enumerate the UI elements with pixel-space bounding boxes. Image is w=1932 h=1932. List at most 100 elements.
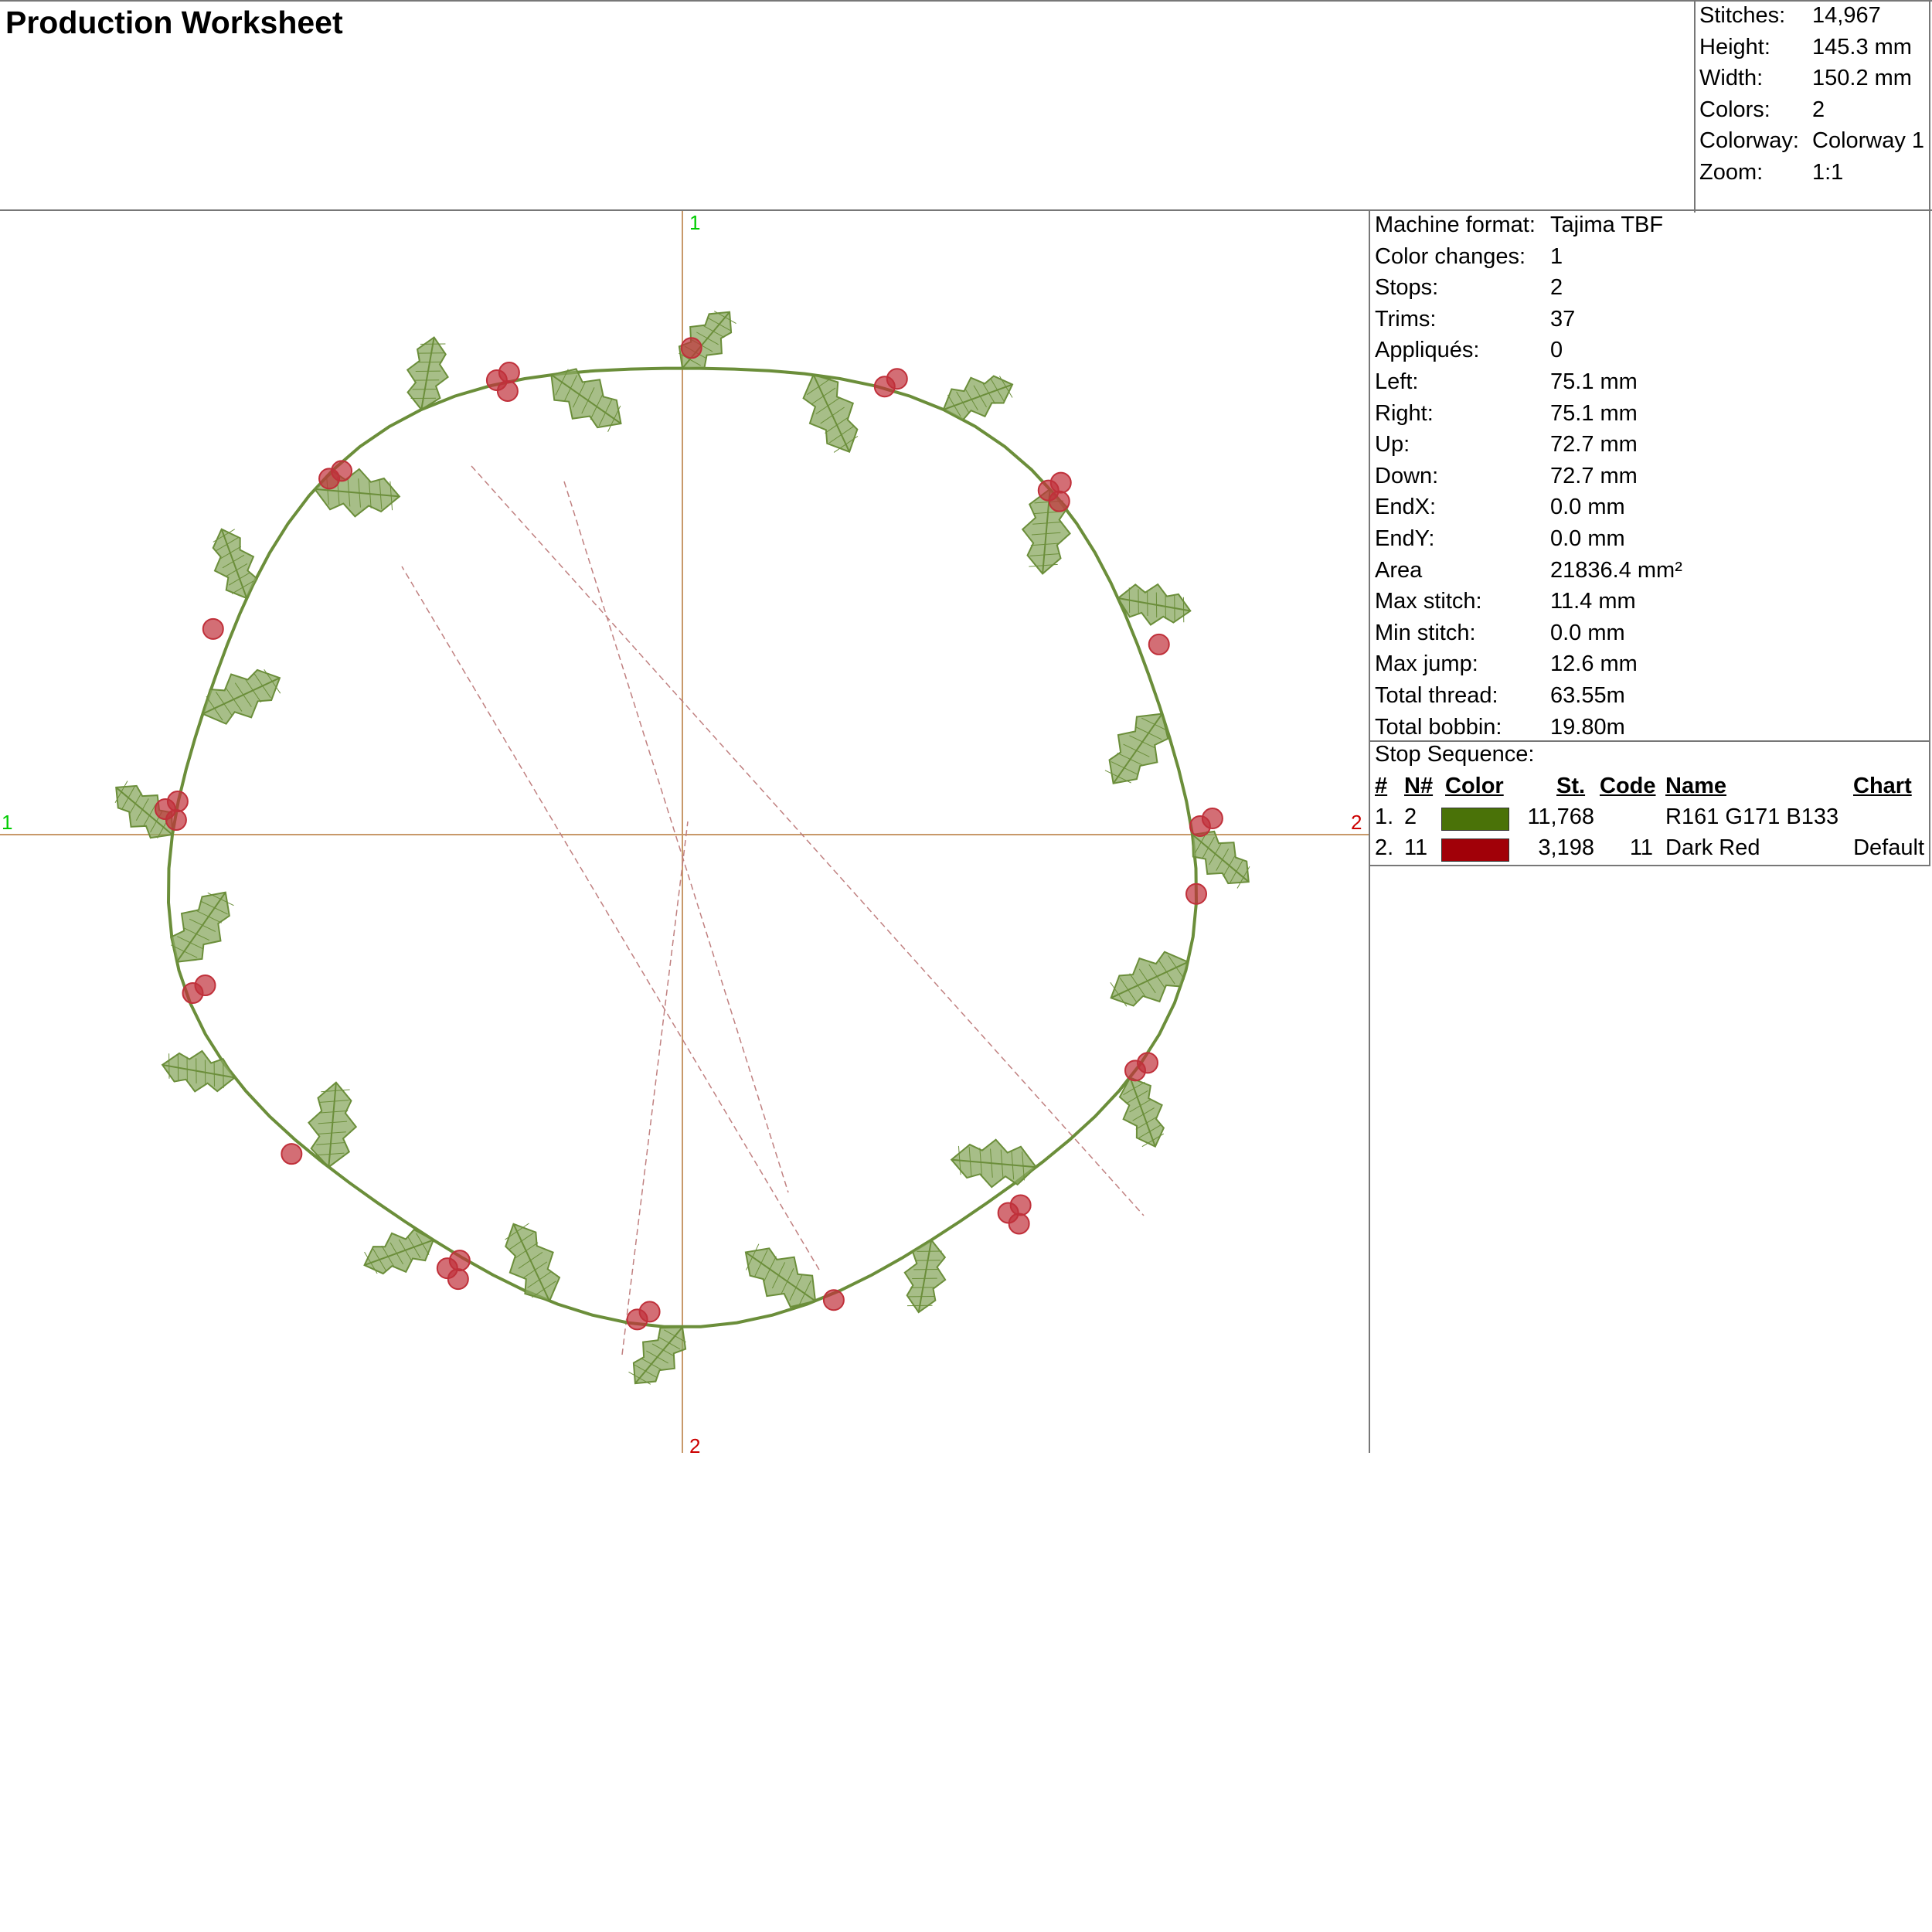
axis-label-right: 2	[1351, 811, 1362, 834]
info-label: Down:	[1375, 463, 1439, 488]
jump-stitches	[401, 465, 1145, 1355]
summary-label: Width:	[1699, 66, 1764, 90]
stop-sequence-title: Stop Sequence:	[1375, 742, 1535, 767]
info-label: Right:	[1375, 400, 1434, 426]
holly-berry	[822, 1289, 845, 1311]
info-label: Max jump:	[1375, 651, 1478, 677]
info-value: Tajima TBF	[1550, 213, 1664, 237]
info-label: Area	[1375, 557, 1423, 583]
col-header-color: Color	[1445, 774, 1504, 798]
stop-sequence: Stop Sequence: # N# Color St. Code Name …	[1370, 740, 1929, 862]
holly-berry	[638, 1301, 661, 1323]
summary-label: Height:	[1699, 34, 1770, 60]
col-header-n: N#	[1404, 774, 1434, 798]
holly-berry	[281, 1143, 303, 1165]
summary-value: 2	[1812, 97, 1825, 122]
stop-stitches: 11,768	[1527, 804, 1594, 829]
info-label: Total thread:	[1375, 683, 1498, 708]
color-swatch	[1441, 808, 1509, 831]
info-value: 2	[1550, 275, 1563, 301]
holly-berry	[1148, 633, 1170, 655]
holly-leaf	[1104, 713, 1169, 784]
summary-value: 145.3 mm	[1812, 34, 1912, 60]
summary-label: Zoom:	[1699, 159, 1764, 185]
info-value: 21836.4 mm²	[1550, 557, 1682, 583]
holly-berry	[202, 617, 224, 640]
holly-berry	[331, 460, 353, 482]
holly-leaf	[1118, 1077, 1165, 1148]
jump-line	[401, 566, 820, 1270]
info-label: Min stitch:	[1375, 620, 1476, 645]
info-label: Max stitch:	[1375, 589, 1482, 614]
stop-code: 11	[1629, 835, 1653, 860]
holly-berry	[1136, 1052, 1158, 1074]
info-value: 11.4 mm	[1550, 589, 1636, 614]
color-swatch	[1441, 838, 1509, 862]
holly-leaf	[744, 1243, 817, 1308]
holly-berry	[496, 380, 519, 403]
info-value: 75.1 mm	[1550, 400, 1638, 426]
info-label: Stops:	[1375, 275, 1439, 301]
summary-label: Stitches:	[1699, 3, 1786, 28]
col-header-stitches: St.	[1556, 774, 1586, 798]
info-label: Total bobbin:	[1375, 714, 1502, 740]
holly-leaf	[161, 1049, 236, 1093]
info-value: 72.7 mm	[1550, 432, 1638, 457]
design-preview: 1 2 1 2	[0, 211, 1370, 1453]
info-value: 0.0 mm	[1550, 495, 1625, 520]
col-header-code: Code	[1600, 774, 1656, 798]
info-label: Machine format:	[1375, 213, 1536, 237]
info-label: Up:	[1375, 432, 1410, 457]
info-label: EndX:	[1375, 495, 1436, 520]
info-label: EndY:	[1375, 526, 1435, 551]
holly-berry	[1201, 808, 1223, 830]
holly-berry	[194, 975, 216, 997]
holly-leaf	[903, 1239, 947, 1314]
axis-label-left: 1	[2, 811, 12, 834]
info-value: 72.7 mm	[1550, 463, 1638, 488]
summary-value: 150.2 mm	[1812, 66, 1912, 90]
summary-value: 1:1	[1812, 159, 1844, 185]
info-value: 0	[1550, 338, 1563, 363]
col-header-index: #	[1375, 774, 1388, 798]
holly-berry	[886, 368, 908, 390]
summary-panel: Stitches: 14,967 Height: 145.3 mm Width: 150.…	[1694, 2, 1930, 213]
holly-leaf	[942, 375, 1014, 421]
summary-value: Colorway 1	[1812, 128, 1925, 153]
info-value: 75.1 mm	[1550, 369, 1638, 394]
stop-needle: 11	[1404, 835, 1428, 860]
holly-berry	[166, 791, 189, 813]
holly-leaf	[406, 336, 449, 411]
holly-leaf	[363, 1228, 435, 1275]
holly-berry	[447, 1268, 469, 1291]
stop-index: 1.	[1375, 804, 1394, 829]
info-value: 37	[1550, 306, 1576, 332]
stop-needle: 2	[1404, 804, 1417, 829]
design-canvas: 1 2 1 2	[0, 211, 1369, 1453]
info-value: 1	[1550, 243, 1563, 269]
page-title: Production Worksheet	[5, 5, 343, 40]
holly-berry	[1048, 490, 1070, 512]
info-value: 0.0 mm	[1550, 526, 1625, 551]
header: Production Worksheet Stitches: 14,967 Heig…	[0, 0, 1932, 213]
summary-label: Colorway:	[1699, 128, 1799, 153]
stop-chart: Default	[1853, 835, 1924, 860]
stop-index: 2.	[1375, 835, 1394, 860]
holly-leaf	[802, 373, 859, 453]
info-label: Left:	[1375, 369, 1419, 394]
jump-line	[471, 465, 1145, 1216]
holly-berry	[680, 337, 702, 359]
info-label: Trims:	[1375, 306, 1437, 332]
holly-leaf	[1117, 583, 1192, 626]
info-value: 0.0 mm	[1550, 620, 1625, 645]
info-label: Appliqués:	[1375, 338, 1480, 363]
holly-berry	[1008, 1213, 1030, 1235]
axis-label-top: 1	[689, 211, 700, 234]
info-value: 12.6 mm	[1550, 651, 1638, 677]
info-value: 63.55m	[1550, 683, 1625, 708]
jump-line	[563, 481, 789, 1193]
holly-leaf	[505, 1223, 561, 1302]
stop-name: Dark Red	[1665, 835, 1760, 860]
col-header-name: Name	[1665, 774, 1726, 798]
holly-berry	[165, 809, 187, 832]
